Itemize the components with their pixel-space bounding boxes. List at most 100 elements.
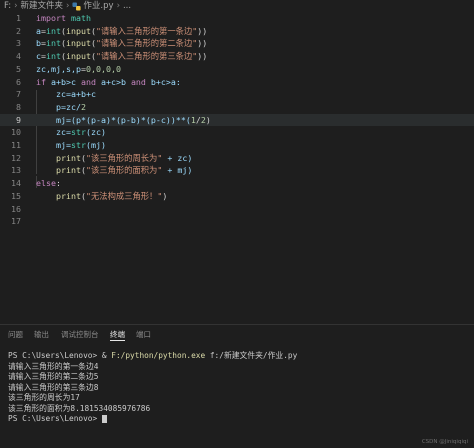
code-token: "请输入三角形的第三条边": [95, 51, 198, 62]
code-line[interactable]: 1 import math: [0, 12, 474, 25]
code-token: a+c>b: [95, 76, 131, 87]
code-token: print: [56, 190, 81, 201]
line-number: 14: [11, 178, 21, 189]
code-token: print: [56, 165, 81, 176]
terminal-line: 请输入三角形的第二条边5: [8, 372, 99, 381]
python-file-icon: [72, 1, 81, 11]
code-line[interactable]: 14 else:: [0, 177, 474, 190]
code-line[interactable]: 6 if a+b>c and a+c>b and b+c>a:: [0, 76, 474, 89]
code-token: input: [66, 38, 91, 49]
tab-problems[interactable]: 问题: [8, 326, 23, 344]
code-token: int: [46, 25, 61, 36]
line-number: 3: [16, 38, 21, 49]
code-token: c: [36, 51, 41, 62]
code-token: ): [205, 114, 211, 125]
terminal-line: 请输入三角形的第三条边8: [8, 382, 99, 392]
breadcrumb-folder[interactable]: 新建文件夹: [21, 1, 64, 11]
code-line[interactable]: 8 p=zc/2: [0, 101, 474, 114]
code-token: zc,mj,s,p: [36, 63, 81, 74]
tab-ports[interactable]: 端口: [136, 326, 151, 344]
code-token: p=zc/: [56, 101, 81, 112]
code-token: (zc): [86, 127, 106, 138]
terminal-line: 该三角形的面积为8.181534085976786: [8, 403, 151, 413]
line-number: 1: [16, 13, 21, 23]
code-token: 0,0,0,0: [85, 63, 121, 74]
terminal-line: PS C:\Users\Lenovo> & F:/python/python.e…: [8, 351, 297, 362]
code-token: b+c>a:: [145, 76, 181, 87]
code-line[interactable]: 17: [0, 215, 474, 228]
terminal-command: F:/python/python.exe: [111, 351, 206, 360]
line-number: 5: [16, 63, 21, 74]
code-token: ): [162, 190, 168, 201]
terminal-line: 请输入三角形的第一条边4: [8, 361, 99, 371]
code-token: int: [46, 38, 61, 49]
code-token: + zc): [162, 152, 193, 163]
code-token: mj=(p*(p-a)*(p-b)*(p-c))**(: [56, 114, 191, 125]
chevron-right-icon: ›: [66, 1, 70, 11]
chevron-right-icon: ›: [116, 1, 120, 11]
terminal-line: PS C:\Users\Lenovo>: [8, 414, 107, 425]
breadcrumb: F: › 新建文件夹 › 作业.py ›...: [0, 0, 474, 12]
code-token: math: [70, 13, 91, 23]
line-number: 15: [11, 190, 21, 201]
code-line[interactable]: 2 a=int(input("请输入三角形的第一条边")): [0, 25, 474, 38]
terminal-prompt: PS C:\Users\Lenovo> &: [8, 351, 112, 360]
code-token: "无法构成三角形！": [85, 190, 163, 201]
code-token: int: [46, 51, 61, 62]
code-token: import: [36, 13, 66, 23]
panel-tabs: 问题 输出 调试控制台 终端 端口: [0, 326, 474, 344]
code-token: print: [56, 152, 81, 163]
code-token: a: [36, 25, 41, 36]
code-line[interactable]: 5 zc,mj,s,p=0,0,0,0: [0, 63, 474, 76]
code-token: else: [36, 178, 56, 189]
code-token: if: [36, 76, 46, 87]
line-number: 13: [11, 165, 21, 176]
code-line-active[interactable]: 9 mj=(p*(p-a)*(p-b)*(p-c))**(1/2): [0, 113, 474, 127]
breadcrumb-symbol[interactable]: ...: [123, 1, 131, 11]
code-token: b: [36, 38, 41, 49]
terminal-cursor: [101, 415, 107, 423]
line-number: 2: [16, 25, 21, 36]
line-number: 10: [11, 127, 21, 138]
code-token: str: [71, 140, 86, 150]
breadcrumb-drive[interactable]: F:: [4, 1, 11, 11]
code-line[interactable]: 12 print("该三角形的周长为" + zc): [0, 152, 474, 165]
code-line[interactable]: 11 mj=str(mj): [0, 139, 474, 152]
code-token: input: [66, 25, 91, 36]
line-number: 12: [11, 152, 21, 163]
terminal[interactable]: PS C:\Users\Lenovo> & F:/python/python.e…: [0, 348, 474, 448]
code-line[interactable]: 10 zc=str(zc): [0, 126, 474, 139]
watermark: CSDN @Jiniqiqiqi: [421, 439, 468, 445]
code-token: "请输入三角形的第二条边": [95, 38, 198, 49]
code-line[interactable]: 13 print("该三角形的面积为" + mj): [0, 164, 474, 177]
code-token: zc=: [56, 127, 71, 138]
code-token: mj=: [56, 140, 71, 150]
line-number: 11: [11, 140, 21, 150]
code-line[interactable]: 4 c=int(input("请输入三角形的第三条边")): [0, 50, 474, 63]
chevron-right-icon: ›: [14, 1, 18, 11]
line-number: 9: [16, 114, 21, 125]
code-token: (mj): [86, 140, 106, 150]
code-token: str: [71, 127, 86, 138]
code-token: "该三角形的面积为": [85, 165, 163, 176]
code-line[interactable]: 15 print("无法构成三角形！"): [0, 190, 474, 203]
line-number: 7: [16, 89, 21, 100]
code-token: and: [80, 76, 96, 87]
line-number: 4: [16, 51, 21, 62]
code-editor[interactable]: 1 import math 2 a=int(input("请输入三角形的第一条边")…: [0, 12, 474, 330]
code-token: input: [66, 51, 91, 62]
code-line[interactable]: 16: [0, 203, 474, 216]
code-token: :: [55, 178, 61, 189]
panel-divider[interactable]: [0, 324, 474, 325]
code-token: "该三角形的周长为": [85, 152, 163, 163]
tab-terminal[interactable]: 终端: [110, 326, 125, 341]
code-line[interactable]: 3 b=int(input("请输入三角形的第二条边")): [0, 37, 474, 50]
tab-output[interactable]: 输出: [34, 326, 49, 344]
code-line[interactable]: 7 zc=a+b+c: [0, 88, 474, 101]
code-token: 2: [80, 101, 86, 112]
tab-debug-console[interactable]: 调试控制台: [61, 326, 99, 344]
code-token: + mj): [162, 165, 193, 176]
breadcrumb-file[interactable]: 作业.py: [83, 1, 113, 11]
terminal-args: f:/新建文件夹/作业.py: [205, 351, 298, 360]
line-number: 8: [16, 101, 21, 112]
